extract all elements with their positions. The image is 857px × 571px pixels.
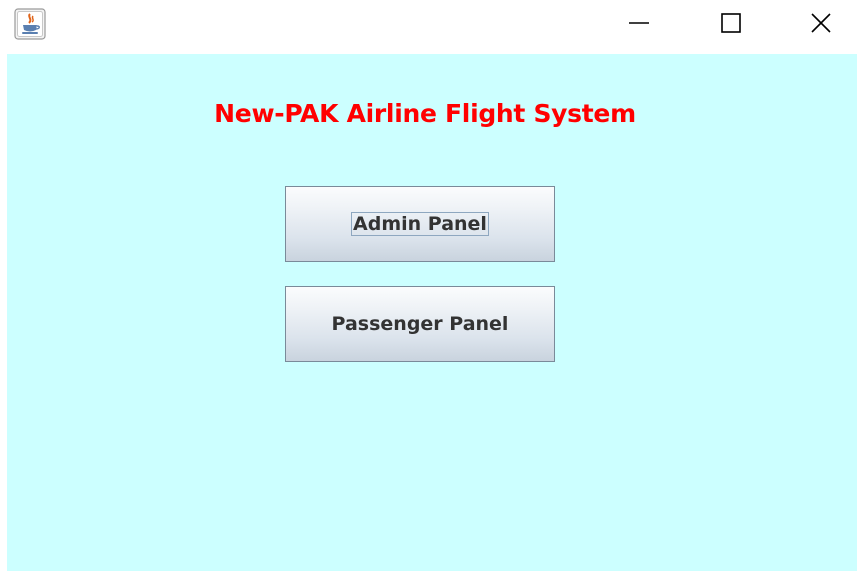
java-cup-icon[interactable] <box>14 8 46 40</box>
maximize-icon <box>721 13 741 33</box>
app-window: New-PAK Airline Flight System Admin Pane… <box>0 0 857 571</box>
close-icon <box>811 13 831 33</box>
minimize-button[interactable] <box>593 0 685 46</box>
admin-panel-button[interactable]: Admin Panel <box>285 186 555 262</box>
title-bar[interactable] <box>0 0 857 54</box>
maximize-button[interactable] <box>685 0 777 46</box>
admin-panel-button-label: Admin Panel <box>351 212 489 236</box>
close-button[interactable] <box>775 0 857 46</box>
main-panel: New-PAK Airline Flight System Admin Pane… <box>7 54 857 571</box>
app-heading: New-PAK Airline Flight System <box>214 99 636 128</box>
passenger-panel-button[interactable]: Passenger Panel <box>285 286 555 362</box>
passenger-panel-button-label: Passenger Panel <box>331 313 509 335</box>
minimize-icon <box>629 22 649 24</box>
